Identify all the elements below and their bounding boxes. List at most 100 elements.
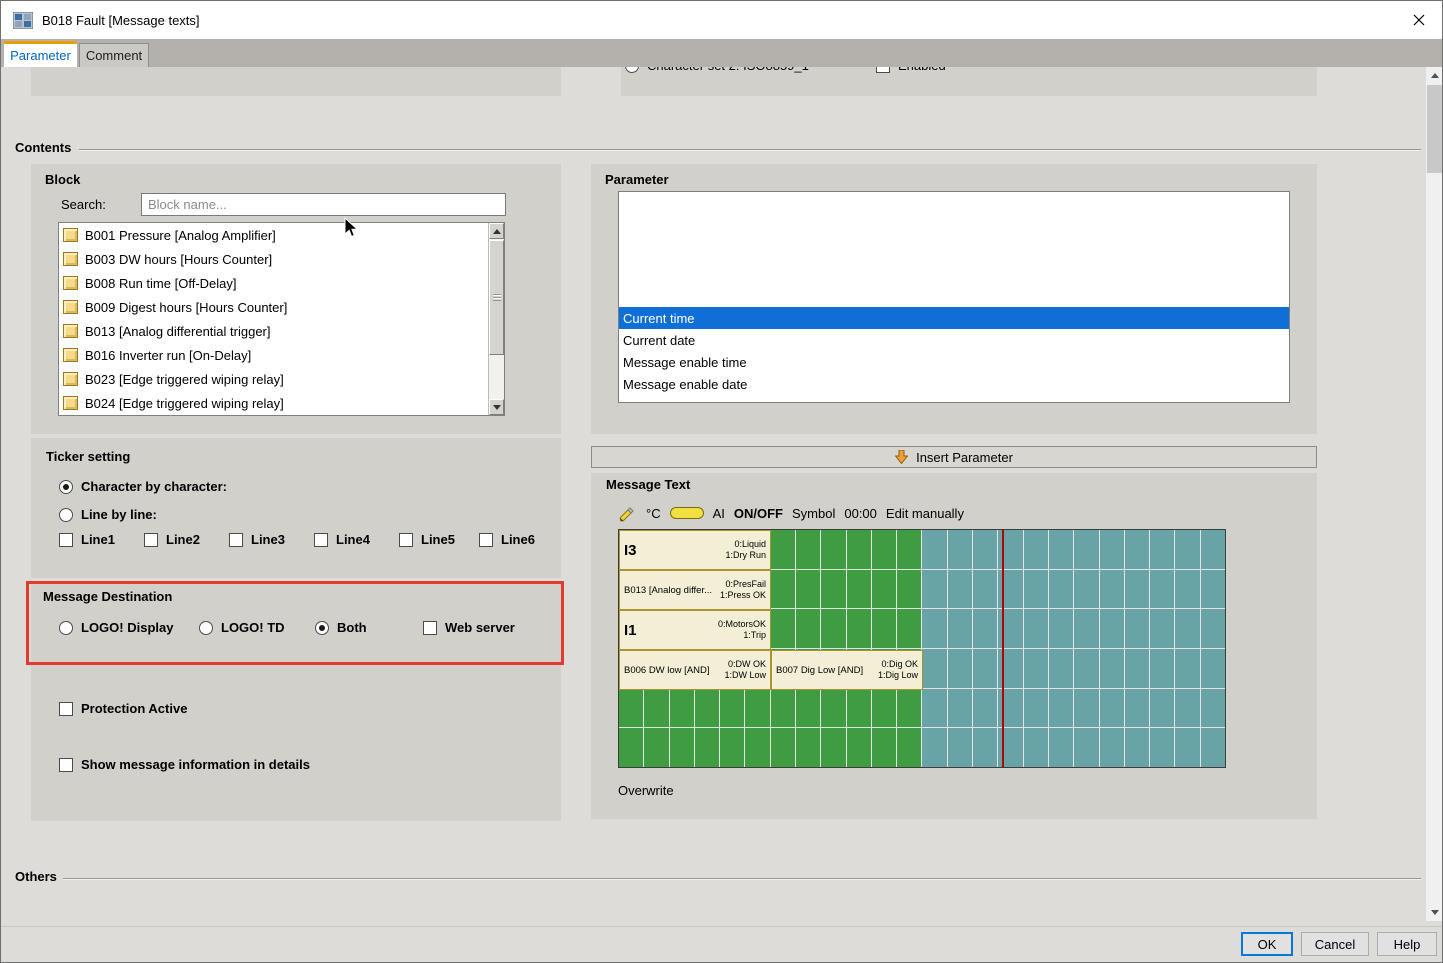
parameter-item[interactable]: Message enable time [619,351,1289,373]
grid-cell[interactable] [973,530,997,569]
ai-tool[interactable]: AI [713,506,725,521]
tab-parameter[interactable]: Parameter [4,41,77,67]
grid-cell[interactable] [771,570,795,609]
grid-cell[interactable] [1125,570,1149,609]
grid-cell[interactable] [897,530,921,569]
message-cell[interactable]: B006 DW low [AND] 0:DW OK1:DW Low [619,650,771,690]
grid-cell[interactable] [948,649,972,688]
ok-button[interactable]: OK [1241,932,1293,956]
grid-cell[interactable] [1074,689,1098,728]
grid-cell[interactable] [1024,609,1048,648]
grid-cell[interactable] [821,530,845,569]
onoff-tool[interactable]: ON/OFF [734,506,783,521]
grid-cell[interactable] [1201,649,1225,688]
grid-cell[interactable] [922,689,946,728]
grid-cell[interactable] [948,530,972,569]
grid-cell[interactable] [670,689,694,728]
message-cell[interactable]: B007 Dig Low [AND] 0:Dig OK1:Dig Low [771,650,923,690]
grid-cell[interactable] [695,689,719,728]
grid-cell[interactable] [1125,689,1149,728]
grid-cell[interactable] [897,570,921,609]
grid-cell[interactable] [796,728,820,767]
grid-cell[interactable] [796,609,820,648]
symbol-tool[interactable]: Symbol [792,506,835,521]
grid-cell[interactable] [1024,689,1048,728]
grid-cell[interactable] [973,609,997,648]
grid-cell[interactable] [1150,649,1174,688]
grid-cell[interactable] [897,689,921,728]
grid-cell[interactable] [847,609,871,648]
grid-cell[interactable] [847,728,871,767]
block-list-item[interactable]: B024 [Edge triggered wiping relay] [59,391,504,415]
close-button[interactable] [1396,1,1442,39]
grid-cell[interactable] [1100,649,1124,688]
both-radio[interactable] [315,621,329,635]
protection-active-checkbox[interactable] [59,702,73,716]
grid-cell[interactable] [619,728,643,767]
enabled-checkbox[interactable] [876,67,890,73]
time-tool[interactable]: 00:00 [844,506,877,521]
grid-cell[interactable] [1049,649,1073,688]
grid-cell[interactable] [821,609,845,648]
grid-cell[interactable] [771,728,795,767]
grid-cell[interactable] [973,728,997,767]
grid-cell[interactable] [948,570,972,609]
grid-cell[interactable] [771,609,795,648]
grid-cell[interactable] [1175,689,1199,728]
grid-cell[interactable] [897,609,921,648]
scroll-up-button[interactable] [489,223,504,239]
line6-checkbox[interactable] [479,533,493,547]
grid-cell[interactable] [1049,728,1073,767]
grid-cell[interactable] [1150,728,1174,767]
tab-comment[interactable]: Comment [79,43,149,67]
celsius-tool[interactable]: °C [646,506,661,521]
parameter-item[interactable]: Current date [619,329,1289,351]
grid-cell[interactable] [1074,570,1098,609]
grid-cell[interactable] [922,609,946,648]
scrollbar-thumb[interactable] [1427,85,1442,173]
grid-cell[interactable] [922,649,946,688]
show-message-info-checkbox[interactable] [59,758,73,772]
character-set-radio[interactable] [625,67,639,73]
grid-cell[interactable] [1024,649,1048,688]
grid-cell[interactable] [821,728,845,767]
scroll-down-button[interactable] [489,399,504,415]
grid-cell[interactable] [1100,728,1124,767]
grid-cell[interactable] [796,689,820,728]
line3-checkbox[interactable] [229,533,243,547]
grid-cell[interactable] [1175,649,1199,688]
grid-cell[interactable] [847,530,871,569]
grid-cell[interactable] [720,728,744,767]
dialog-scrollbar[interactable] [1425,67,1442,921]
insert-parameter-button[interactable]: Insert Parameter [591,446,1317,468]
grid-cell[interactable] [872,530,896,569]
parameter-item[interactable]: Message enable date [619,373,1289,395]
line1-checkbox[interactable] [59,533,73,547]
grid-cell[interactable] [670,728,694,767]
grid-cell[interactable] [922,570,946,609]
grid-cell[interactable] [1049,530,1073,569]
grid-cell[interactable] [973,570,997,609]
grid-cell[interactable] [948,609,972,648]
line5-checkbox[interactable] [399,533,413,547]
bar-graph-icon[interactable] [670,507,704,519]
grid-cell[interactable] [1074,609,1098,648]
grid-cell[interactable] [771,530,795,569]
block-list-item[interactable]: B013 [Analog differential trigger] [59,319,504,343]
grid-cell[interactable] [1100,689,1124,728]
grid-cell[interactable] [1201,728,1225,767]
grid-cell[interactable] [948,728,972,767]
grid-cell[interactable] [948,689,972,728]
grid-cell[interactable] [821,570,845,609]
grid-cell[interactable] [1150,689,1174,728]
grid-cell[interactable] [1201,609,1225,648]
grid-cell[interactable] [1125,728,1149,767]
grid-cell[interactable] [922,530,946,569]
logo-display-radio[interactable] [59,621,73,635]
grid-cell[interactable] [796,530,820,569]
grid-cell[interactable] [1175,570,1199,609]
grid-cell[interactable] [619,689,643,728]
message-cell[interactable]: B013 [Analog differ... 0:PresFail1:Press… [619,570,771,610]
block-list-scrollbar[interactable] [488,223,504,415]
message-cell[interactable]: I1 0:MotorsOK1:Trip [619,610,771,650]
